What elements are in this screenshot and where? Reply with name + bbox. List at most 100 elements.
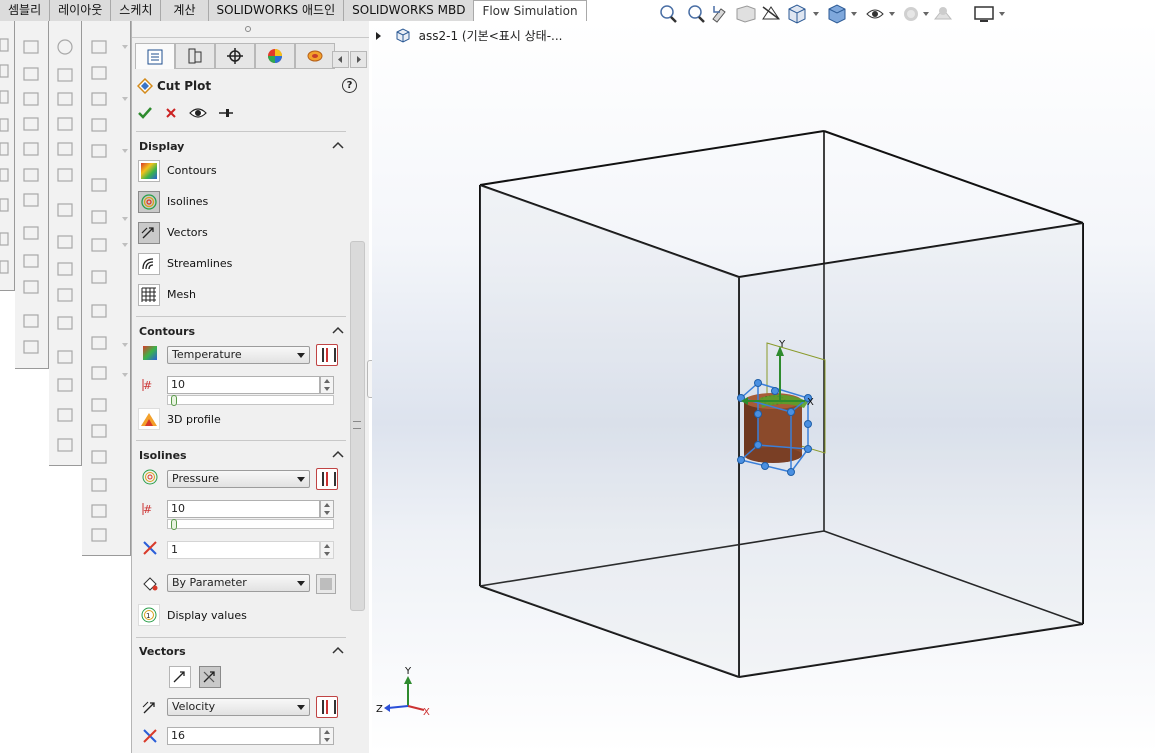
panel-tabs [135, 43, 365, 69]
collapse-chevron-icon[interactable] [332, 645, 344, 655]
contours-parameter-value: Temperature [172, 348, 242, 361]
mesh-icon [141, 287, 156, 302]
isolines-width-field[interactable]: 1 [167, 541, 320, 559]
isolines-width-spinner[interactable] [320, 541, 334, 559]
tab-configuration-manager[interactable] [175, 43, 215, 69]
vectors-adjust-range-button[interactable] [316, 696, 338, 718]
section-view-icon[interactable] [736, 5, 756, 23]
contours-icon [141, 163, 157, 179]
contours-levels-field[interactable]: 10 [167, 376, 320, 394]
reference-triad-x-label: X [423, 707, 430, 718]
contours-parameter-select[interactable]: Temperature [167, 346, 310, 364]
cylinder-part[interactable] [744, 393, 808, 463]
contours-adjust-range-button[interactable] [316, 344, 338, 366]
edit-appearance-icon[interactable] [904, 7, 929, 21]
isolines-color-swatch[interactable] [316, 574, 336, 594]
tab-layout[interactable]: 레이아웃 [50, 0, 112, 21]
contours-section-title: Contours [139, 325, 196, 338]
contours-toggle[interactable] [138, 160, 160, 182]
appearance-icon [268, 49, 282, 63]
3d-scene[interactable]: Y X Y Z X [372, 21, 1155, 753]
panel-tabs-scroll-left[interactable] [332, 51, 349, 68]
tab-flow-analysis-tree[interactable] [295, 43, 335, 69]
flow-analysis-icon [307, 50, 323, 62]
help-button[interactable]: ? [342, 78, 357, 93]
vectors-toggle[interactable] [138, 222, 160, 244]
tab-solidworks-addins[interactable]: SOLIDWORKS 애드인 [208, 0, 345, 21]
svg-text:1: 1 [146, 612, 150, 620]
zoom-to-area-icon[interactable] [688, 5, 705, 23]
ok-checkmark-icon[interactable] [137, 105, 153, 121]
flow-vectors-button[interactable] [199, 666, 221, 688]
previous-view-icon[interactable] [712, 6, 726, 23]
3d-profile-label: 3D profile [167, 413, 221, 426]
isolines-color-mode-value: By Parameter [172, 576, 247, 589]
collapse-chevron-icon[interactable] [332, 140, 344, 150]
tab-flow-simulation[interactable]: Flow Simulation [474, 0, 587, 21]
static-vectors-button[interactable] [169, 666, 191, 688]
vector-count-icon [143, 729, 157, 743]
tab-evaluate[interactable]: 계산 [161, 0, 209, 21]
streamlines-toggle[interactable] [138, 253, 160, 275]
profile-3d-icon [141, 413, 157, 426]
number-of-levels-icon: # [142, 379, 152, 392]
panel-tabs-scroll-right[interactable] [350, 51, 367, 68]
view-settings-icon[interactable] [974, 6, 1005, 22]
3d-profile-toggle[interactable] [138, 408, 160, 430]
isolines-adjust-range-button[interactable] [316, 468, 338, 490]
hide-show-items-icon[interactable] [866, 9, 895, 19]
panel-title: Cut Plot [157, 79, 212, 93]
isolines-levels-field[interactable]: 10 [167, 500, 320, 518]
panel-grip[interactable] [245, 26, 251, 32]
reference-triad-y-label: Y [404, 666, 412, 677]
tab-sketch[interactable]: 스케치 [111, 0, 162, 21]
contours-levels-slider[interactable] [167, 395, 334, 406]
vectors-parameter-value: Velocity [172, 700, 216, 713]
scrollbar-grip[interactable] [353, 421, 361, 429]
command-icons[interactable] [0, 21, 131, 561]
chevron-left-icon [338, 56, 342, 63]
display-section-title: Display [139, 140, 185, 153]
vectors-parameter-select[interactable]: Velocity [167, 698, 310, 716]
tab-dimxpert[interactable] [215, 43, 255, 69]
tab-assembly[interactable]: 셈블리 [0, 0, 51, 21]
part-triad-y-label: Y [778, 339, 786, 350]
contours-parameter-icon [143, 346, 157, 360]
isolines-color-mode-select[interactable]: By Parameter [167, 574, 310, 592]
mesh-toggle[interactable] [138, 284, 160, 306]
streamlines-icon [142, 258, 154, 270]
reference-triad-z-label: Z [376, 704, 383, 715]
tab-display-manager[interactable] [255, 43, 295, 69]
isolines-toggle[interactable] [138, 191, 160, 213]
mesh-label: Mesh [167, 288, 196, 301]
header-divider [136, 131, 346, 132]
svg-text:#: # [143, 503, 152, 516]
isolines-levels-spinner[interactable] [320, 500, 334, 518]
collapse-chevron-icon[interactable] [332, 449, 344, 459]
slider-thumb[interactable] [171, 519, 177, 530]
slider-thumb[interactable] [171, 395, 177, 406]
isolines-levels-slider[interactable] [167, 519, 334, 530]
isolines-parameter-select[interactable]: Pressure [167, 470, 310, 488]
zoom-to-fit-icon[interactable] [660, 5, 677, 23]
dynamic-annotation-icon[interactable] [762, 6, 780, 20]
configuration-icon [188, 48, 202, 64]
contours-divider [136, 440, 346, 441]
tab-solidworks-mbd[interactable]: SOLIDWORKS MBD [344, 0, 475, 21]
cut-plot-icon [137, 78, 153, 94]
tab-property-manager[interactable] [135, 43, 175, 69]
isolines-parameter-icon [142, 469, 158, 485]
collapse-chevron-icon[interactable] [332, 325, 344, 335]
contours-levels-spinner[interactable] [320, 376, 334, 394]
preview-eye-icon[interactable] [189, 105, 207, 121]
apply-scene-icon[interactable] [933, 7, 953, 20]
streamlines-label: Streamlines [167, 257, 233, 270]
cancel-x-icon[interactable] [164, 106, 178, 120]
display-values-toggle[interactable]: 1 [138, 604, 160, 626]
vectors-count-spinner[interactable] [320, 727, 334, 745]
vectors-count-field[interactable]: 16 [167, 727, 320, 745]
property-manager-icon [147, 49, 163, 64]
chevron-right-icon [357, 56, 361, 63]
pushpin-icon[interactable] [218, 106, 234, 120]
command-manager-tabs: 셈블리 레이아웃 스케치 계산 SOLIDWORKS 애드인 SOLIDWORK… [0, 0, 587, 21]
